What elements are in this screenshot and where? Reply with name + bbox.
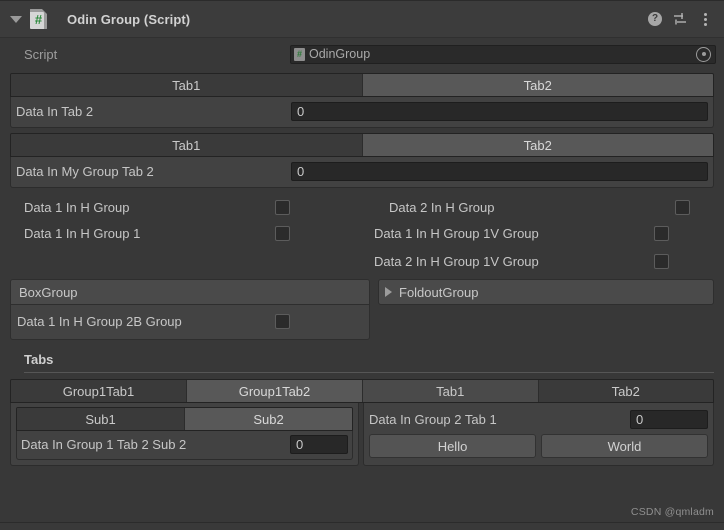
box-group-title: BoxGroup [11, 280, 369, 305]
preset-settings-icon[interactable] [669, 8, 691, 30]
help-icon-glyph: ? [648, 12, 662, 26]
tabs-section-panels: Sub1 Sub2 Data In Group 1 Tab 2 Sub 2 0 … [10, 403, 714, 466]
component-header[interactable]: # Odin Group (Script) ? [0, 1, 724, 38]
csharp-script-icon-small-glyph: # [296, 48, 302, 59]
tabs-section-title: Tabs [24, 352, 54, 367]
tab-group-1-tabbar: Tab1 Tab2 [10, 73, 714, 97]
toggle-row-data-1-in-h-group-1: Data 1 In H Group 1 [10, 219, 345, 247]
bottom-strip [0, 522, 724, 530]
data-in-group-2-tab-1-row: Data In Group 2 Tab 1 0 [369, 407, 708, 431]
tab-group-2-tab-2-outer[interactable]: Tab2 [538, 380, 713, 402]
toggle-row-data-2-in-h-group-1v-group: Data 2 In H Group 1V Group [345, 247, 714, 275]
component-title: Odin Group (Script) [67, 11, 191, 27]
tabs-section-tabbar: Group1Tab1 Group1Tab2 Tab1 Tab2 [10, 379, 714, 403]
horizontal-group-left-column: Data 1 In H Group Data 1 In H Group 1 [10, 195, 345, 275]
data-1-in-h-group-2b-group-label: Data 1 In H Group 2B Group [17, 313, 182, 329]
tab-group-1-tab-1[interactable]: Tab1 [11, 74, 363, 96]
tab-group-2: Tab1 Tab2 Data In My Group Tab 2 0 [10, 133, 714, 188]
toggle-row-data-2-in-h-group: Data 2 In H Group [345, 195, 714, 219]
foldout-group-wrapper: FoldoutGroup [378, 279, 714, 305]
sub-tabbar: Sub1 Sub2 [16, 407, 353, 431]
tab-group-1-tab-1-outer[interactable]: Group1Tab1 [11, 380, 187, 402]
tab-group-2-tab-2[interactable]: Tab2 [362, 134, 713, 156]
hello-world-button-row: Hello World [369, 434, 708, 458]
kebab-menu-icon[interactable] [694, 8, 716, 30]
toggle-row-data-1-in-h-group-2b-group: Data 1 In H Group 2B Group [17, 308, 363, 334]
script-row: Script # OdinGroup [0, 40, 724, 68]
data-in-tab-2-label: Data In Tab 2 [16, 104, 94, 119]
script-object-field[interactable]: # OdinGroup [290, 44, 716, 64]
foldout-group[interactable]: FoldoutGroup [378, 279, 714, 305]
data-in-group-1-tab-2-sub-2-row: Data In Group 1 Tab 2 Sub 2 0 [21, 434, 348, 455]
tabs-section-group: Group1Tab1 Group1Tab2 Tab1 Tab2 Sub1 Sub… [10, 379, 714, 466]
data-2-in-h-group-1v-group-checkbox[interactable] [654, 253, 669, 269]
box-group-body: Data 1 In H Group 2B Group [11, 305, 369, 339]
tabs-left-panel: Sub1 Sub2 Data In Group 1 Tab 2 Sub 2 0 [10, 403, 359, 466]
triangle-right-icon [385, 287, 392, 297]
tab-group-1-content: Data In Tab 2 0 [10, 97, 714, 128]
data-in-group-1-tab-2-sub-2-label: Data In Group 1 Tab 2 Sub 2 [21, 437, 187, 452]
data-1-in-h-group-1v-group-label: Data 1 In H Group 1V Group [374, 225, 539, 241]
data-in-group-2-tab-1-label: Data In Group 2 Tab 1 [369, 411, 497, 427]
unity-inspector-panel: # Odin Group (Script) ? Script # OdinGro… [0, 0, 724, 530]
kebab-menu-dots [703, 12, 707, 26]
data-1-in-h-group-checkbox[interactable] [275, 199, 290, 215]
data-2-in-h-group-label: Data 2 In H Group [389, 199, 495, 215]
tab-group-1-tab-2[interactable]: Tab2 [362, 74, 713, 96]
toggle-row-data-1-in-h-group: Data 1 In H Group [10, 195, 345, 219]
help-icon[interactable]: ? [644, 8, 666, 30]
tab-group-2-content: Data In My Group Tab 2 0 [10, 157, 714, 188]
watermark: CSDN @qmladm [630, 506, 714, 518]
data-2-in-h-group-checkbox[interactable] [675, 199, 690, 215]
tab-group-2-tab-1-outer[interactable]: Tab1 [363, 380, 539, 402]
horizontal-group-right-column: Data 2 In H Group Data 1 In H Group 1V G… [345, 195, 714, 275]
data-2-in-h-group-1v-group-label: Data 2 In H Group 1V Group [374, 253, 539, 269]
world-button[interactable]: World [541, 434, 708, 458]
csharp-script-icon-glyph: # [34, 11, 43, 27]
data-1-in-h-group-label: Data 1 In H Group [24, 199, 130, 215]
tab-group-2-tab-1[interactable]: Tab1 [11, 134, 363, 156]
csharp-script-icon: # [30, 9, 47, 29]
data-in-my-group-tab-2-label: Data In My Group Tab 2 [16, 164, 154, 179]
box-and-foldout-row: BoxGroup Data 1 In H Group 2B Group Fold… [10, 279, 714, 340]
data-in-group-1-tab-2-sub-2-input[interactable]: 0 [290, 435, 348, 454]
tabs-section-divider [24, 372, 714, 373]
foldout-group-title: FoldoutGroup [399, 284, 479, 300]
box-group: BoxGroup Data 1 In H Group 2B Group [10, 279, 370, 340]
tab-group-2-tabbar: Tab1 Tab2 [10, 133, 714, 157]
sub-tab-content: Data In Group 1 Tab 2 Sub 2 0 [16, 431, 353, 460]
sub-tab-1[interactable]: Sub1 [17, 408, 185, 430]
toggle-row-data-1-in-h-group-1v-group: Data 1 In H Group 1V Group [345, 219, 714, 247]
inspector-body: Tab1 Tab2 Data In Tab 2 0 Tab1 Tab2 Data… [0, 73, 724, 466]
data-1-in-h-group-1-label: Data 1 In H Group 1 [24, 225, 141, 241]
horizontal-groups: Data 1 In H Group Data 1 In H Group 1 Da… [10, 195, 714, 275]
data-in-tab-2-row: Data In Tab 2 0 [16, 101, 708, 122]
tabs-right-panel: Data In Group 2 Tab 1 0 Hello World [363, 403, 714, 466]
tab-group-1: Tab1 Tab2 Data In Tab 2 0 [10, 73, 714, 128]
object-picker-icon[interactable] [696, 46, 711, 62]
script-field-label: Script [24, 46, 58, 62]
data-1-in-h-group-1v-group-checkbox[interactable] [654, 225, 669, 241]
script-object-value: OdinGroup [309, 47, 371, 61]
data-in-group-2-tab-1-input[interactable]: 0 [630, 409, 708, 429]
csharp-script-icon-small: # [294, 47, 305, 61]
triangle-down-icon[interactable] [10, 15, 22, 23]
sub-tab-2[interactable]: Sub2 [185, 408, 352, 430]
data-1-in-h-group-2b-group-checkbox[interactable] [275, 313, 290, 329]
data-in-tab-2-input[interactable]: 0 [291, 102, 708, 121]
tab-group-1-tab-2-outer[interactable]: Group1Tab2 [187, 380, 363, 402]
data-1-in-h-group-1-checkbox[interactable] [275, 225, 290, 241]
data-in-my-group-tab-2-row: Data In My Group Tab 2 0 [16, 161, 708, 182]
hello-button[interactable]: Hello [369, 434, 536, 458]
data-in-my-group-tab-2-input[interactable]: 0 [291, 162, 708, 181]
